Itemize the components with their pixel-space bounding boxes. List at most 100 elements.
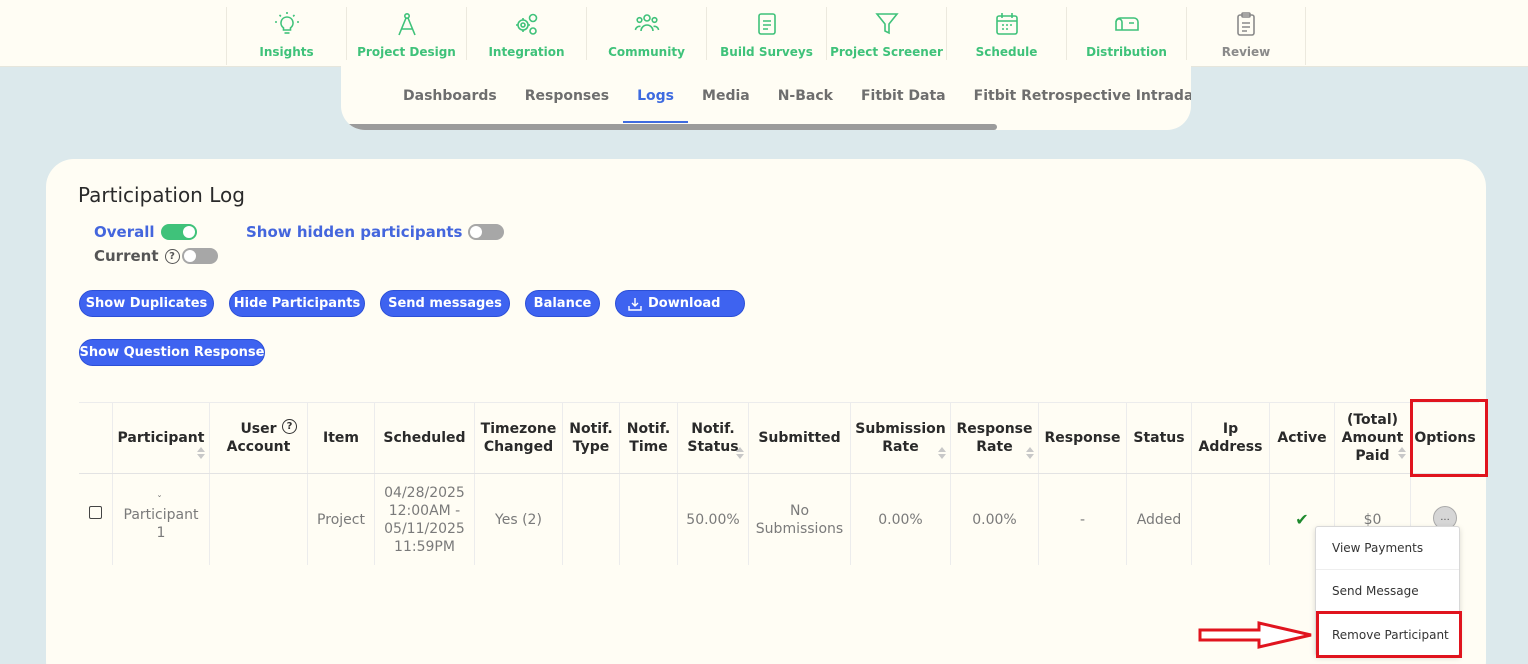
header-participant[interactable]: Participant: [113, 403, 210, 473]
nav-label: Schedule: [975, 45, 1038, 59]
table-row: ˇ Participant 1 Project 04/28/2025 12:00AM…: [79, 474, 1479, 565]
nav-label: Project Screener: [830, 45, 943, 59]
menu-item-view-payments[interactable]: View Payments: [1316, 527, 1459, 570]
menu-item-send-message[interactable]: Send Message: [1316, 570, 1459, 613]
cell-timezone-changed: Yes (2): [475, 474, 563, 565]
header-notif-time: Notif. Time: [620, 403, 678, 473]
nav-item-community[interactable]: Community: [586, 7, 706, 65]
help-icon[interactable]: ?: [282, 419, 297, 434]
row-checkbox[interactable]: [89, 506, 102, 519]
page-title: Participation Log: [78, 183, 245, 207]
overall-switch[interactable]: [160, 224, 197, 240]
header-active: Active: [1270, 403, 1335, 473]
sort-icon[interactable]: [1026, 447, 1034, 459]
gears-icon: [515, 13, 537, 35]
download-icon: [628, 297, 642, 311]
header-response: Response: [1039, 403, 1127, 473]
sub-tabs: Dashboards Responses Logs Media N-Back F…: [389, 88, 1191, 124]
current-toggle-row: Current ?: [94, 247, 218, 265]
tab-logs[interactable]: Logs: [623, 88, 688, 124]
chevron-down-icon[interactable]: ˇ: [157, 492, 162, 510]
header-status: Status: [1127, 403, 1192, 473]
nav-item-project-screener[interactable]: Project Screener: [826, 7, 946, 65]
mailbox-icon: [1114, 17, 1139, 31]
cell-user-account: [210, 474, 308, 565]
cell-notif-type: [563, 474, 620, 565]
current-switch[interactable]: [181, 248, 218, 264]
cell-notif-status: 50.00%: [678, 474, 749, 565]
cell-notif-time: [620, 474, 678, 565]
tab-fitbit-retrospective[interactable]: Fitbit Retrospective Intraday Data: [960, 88, 1191, 124]
overall-toggle-row: Overall: [94, 223, 197, 241]
sort-icon[interactable]: [1398, 447, 1406, 459]
help-icon[interactable]: ?: [164, 248, 180, 264]
survey-doc-icon: [757, 13, 776, 35]
nav-label: Integration: [488, 45, 565, 59]
nav-item-review[interactable]: Review: [1186, 7, 1306, 65]
balance-button[interactable]: Balance: [525, 290, 600, 317]
cell-submitted: No Submissions: [749, 474, 851, 565]
tab-media[interactable]: Media: [688, 88, 764, 124]
sort-icon[interactable]: [197, 447, 205, 459]
lightbulb-icon: [274, 12, 299, 34]
hidden-participants-toggle-row: Show hidden participants: [246, 223, 505, 241]
tab-responses[interactable]: Responses: [511, 88, 623, 124]
top-nav-items: Insights Project Design Integration Comm…: [226, 7, 1306, 65]
tab-dashboards[interactable]: Dashboards: [389, 88, 511, 124]
download-button[interactable]: Download: [615, 290, 745, 317]
clipboard-icon: [1237, 12, 1255, 36]
nav-item-integration[interactable]: Integration: [466, 7, 586, 65]
show-question-response-button[interactable]: Show Question Response: [79, 339, 265, 366]
hidden-participants-switch[interactable]: [468, 224, 505, 240]
nav-label: Insights: [259, 45, 314, 59]
nav-label: Review: [1221, 45, 1271, 59]
download-label: Download: [648, 296, 721, 311]
sort-icon[interactable]: [736, 447, 744, 459]
participation-table: Participant User Account ? Item Scheduled…: [79, 402, 1479, 565]
header-notif-type: Notif. Type: [563, 403, 620, 473]
header-response-rate[interactable]: Response Rate: [951, 403, 1039, 473]
header-scheduled: Scheduled: [375, 403, 475, 473]
tab-fitbit-data[interactable]: Fitbit Data: [847, 88, 960, 124]
cell-submission-rate: 0.00%: [851, 474, 951, 565]
participation-log-card: Participation Log Overall Current ? Show…: [46, 159, 1486, 664]
nav-label: Distribution: [1086, 45, 1167, 59]
sort-icon[interactable]: [938, 447, 946, 459]
header-notif-status[interactable]: Notif. Status: [678, 403, 749, 473]
cell-item: Project: [308, 474, 375, 565]
header-user-account: User Account ?: [210, 403, 308, 473]
tab-n-back[interactable]: N-Back: [764, 88, 847, 124]
header-submission-rate[interactable]: Submission Rate: [851, 403, 951, 473]
header-select: [79, 403, 113, 473]
compass-icon: [397, 12, 416, 36]
header-timezone-changed: Timezone Changed: [475, 403, 563, 473]
cell-ip-address: [1192, 474, 1270, 565]
nav-item-insights[interactable]: Insights: [226, 7, 346, 65]
nav-item-distribution[interactable]: Distribution: [1066, 7, 1186, 65]
nav-item-project-design[interactable]: Project Design: [346, 7, 466, 65]
nav-item-build-surveys[interactable]: Build Surveys: [706, 7, 826, 65]
checkmark-icon: ✔: [1295, 509, 1309, 529]
hidden-participants-label: Show hidden participants: [246, 223, 463, 241]
tabs-scrollbar[interactable]: [341, 124, 997, 130]
hide-participants-button[interactable]: Hide Participants: [229, 290, 365, 317]
calendar-icon: [995, 13, 1018, 35]
funnel-icon: [874, 13, 899, 35]
current-label: Current: [94, 247, 159, 265]
header-submitted: Submitted: [749, 403, 851, 473]
cell-response: -: [1039, 474, 1127, 565]
nav-label: Community: [608, 45, 685, 59]
show-duplicates-button[interactable]: Show Duplicates: [79, 290, 214, 317]
overall-label: Overall: [94, 223, 155, 241]
nav-label: Build Surveys: [720, 45, 813, 59]
send-messages-button[interactable]: Send messages: [380, 290, 510, 317]
table-header-row: Participant User Account ? Item Scheduled…: [79, 402, 1479, 474]
cell-status: Added: [1127, 474, 1192, 565]
cell-scheduled: 04/28/2025 12:00AM -05/11/2025 11:59PM: [375, 474, 475, 565]
header-amount-paid[interactable]: (Total) Amount Paid: [1335, 403, 1411, 473]
sub-tabs-panel: Dashboards Responses Logs Media N-Back F…: [341, 60, 1191, 130]
header-label: User Account: [226, 421, 291, 455]
nav-item-schedule[interactable]: Schedule: [946, 7, 1066, 65]
nav-label: Project Design: [357, 45, 456, 59]
top-navigation: Insights Project Design Integration Comm…: [0, 0, 1528, 67]
